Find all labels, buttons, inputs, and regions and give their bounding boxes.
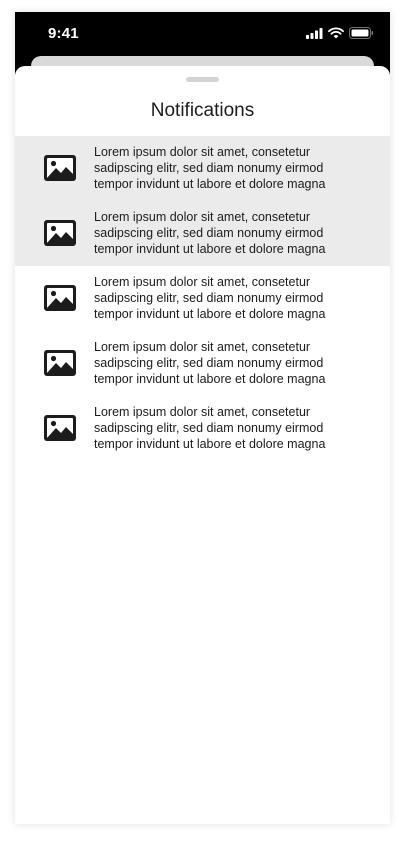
status-bar: 9:41 [15,12,390,56]
notification-text: Lorem ipsum dolor sit amet, consetetur s… [94,340,326,386]
notification-text: Lorem ipsum dolor sit amet, consetetur s… [94,275,326,321]
image-icon [44,415,76,441]
battery-icon [349,27,374,39]
notification-item[interactable]: Lorem ipsum dolor sit amet, consetetur s… [15,331,390,396]
image-icon [44,155,76,181]
image-icon [44,220,76,246]
notification-text: Lorem ipsum dolor sit amet, consetetur s… [94,210,326,256]
notification-item[interactable]: Lorem ipsum dolor sit amet, consetetur s… [15,136,390,201]
image-icon [44,350,76,376]
notification-list: Lorem ipsum dolor sit amet, consetetur s… [15,136,390,461]
signal-icon [306,27,323,39]
notification-text: Lorem ipsum dolor sit amet, consetetur s… [94,405,326,451]
status-time: 9:41 [48,25,79,42]
phone-screen: 9:41 Notifications Lorem ipsum dolor sit… [15,12,390,824]
notification-text: Lorem ipsum dolor sit amet, consetetur s… [94,145,326,191]
wifi-icon [328,27,344,39]
sheet-title: Notifications [150,100,255,121]
notifications-sheet: Notifications Lorem ipsum dolor sit amet… [15,66,390,824]
status-icons [306,27,374,39]
notification-item[interactable]: Lorem ipsum dolor sit amet, consetetur s… [15,266,390,331]
notification-item[interactable]: Lorem ipsum dolor sit amet, consetetur s… [15,201,390,266]
image-icon [44,285,76,311]
sheet-grabber[interactable] [186,77,219,82]
notification-item[interactable]: Lorem ipsum dolor sit amet, consetetur s… [15,396,390,461]
